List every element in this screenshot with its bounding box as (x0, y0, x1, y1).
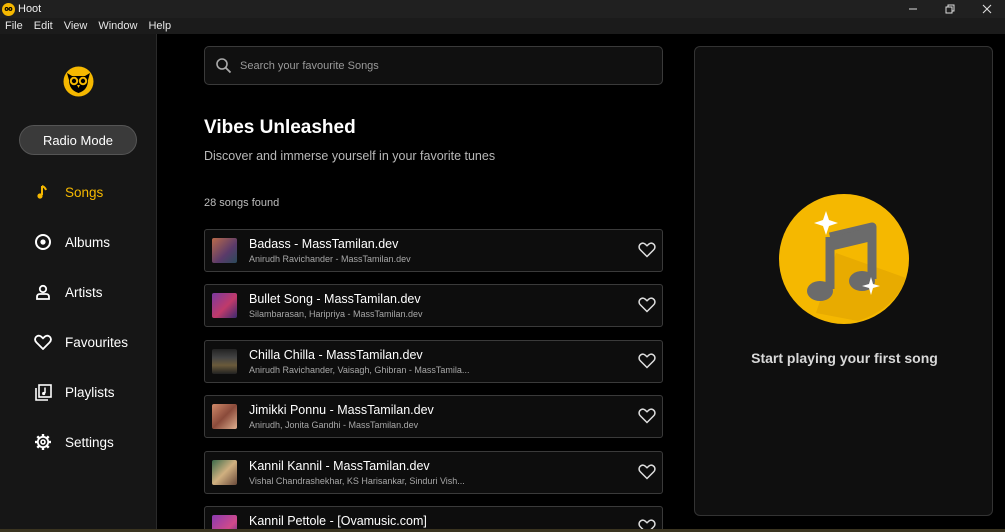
minimize-button[interactable] (894, 0, 931, 18)
app-logo-icon (2, 2, 15, 16)
favourite-heart-icon[interactable] (638, 352, 656, 370)
favourite-heart-icon[interactable] (638, 296, 656, 314)
song-title: Kannil Pettole - [Ovamusic.com] (249, 514, 427, 528)
page-title: Vibes Unleashed (204, 117, 356, 138)
song-row[interactable]: Jimikki Ponnu - MassTamilan.dev Anirudh,… (204, 395, 663, 438)
song-row[interactable]: Badass - MassTamilan.dev Anirudh Ravicha… (204, 229, 663, 272)
owl-logo-icon (63, 66, 94, 97)
sidebar-item-label: Favourites (65, 334, 129, 350)
sidebar: Radio Mode Songs Albums Artists Favourit… (0, 34, 157, 532)
sidebar-item-playlists[interactable]: Playlists (33, 381, 115, 403)
song-row[interactable]: Chilla Chilla - MassTamilan.dev Anirudh … (204, 340, 663, 383)
favourite-heart-icon[interactable] (638, 241, 656, 259)
disc-icon (33, 232, 53, 252)
sidebar-item-label: Settings (65, 434, 114, 450)
song-row[interactable]: Kannil Kannil - MassTamilan.dev Vishal C… (204, 451, 663, 494)
gear-icon (33, 432, 53, 452)
sidebar-item-label: Playlists (65, 384, 115, 400)
player-empty-message: Start playing your first song (751, 350, 938, 366)
close-icon (982, 4, 991, 14)
search-bar (204, 46, 663, 85)
menu-file[interactable]: File (5, 20, 23, 32)
close-button[interactable] (968, 0, 1005, 18)
song-artist: Anirudh Ravichander, Vaisagh, Ghibran - … (249, 365, 470, 375)
song-title: Jimikki Ponnu - MassTamilan.dev (249, 403, 434, 417)
radio-mode-button[interactable]: Radio Mode (19, 125, 137, 155)
sidebar-item-label: Albums (65, 234, 111, 250)
menu-bar: File Edit View Window Help (0, 18, 1005, 34)
menu-view[interactable]: View (64, 20, 88, 32)
minimize-icon (908, 8, 917, 10)
music-placeholder-icon (778, 193, 910, 325)
page-subtitle: Discover and immerse yourself in your fa… (204, 149, 496, 163)
song-artist: Anirudh Ravichander - MassTamilan.dev (249, 254, 411, 264)
album-art-thumbnail (212, 460, 237, 485)
song-artist: Anirudh, Jonita Gandhi - MassTamilan.dev (249, 420, 419, 430)
menu-help[interactable]: Help (148, 20, 171, 32)
title-bar: Hoot (0, 0, 1005, 18)
window-title: Hoot (18, 3, 42, 15)
search-icon (215, 57, 233, 75)
song-count: 28 songs found (204, 197, 280, 209)
heart-icon (33, 332, 53, 352)
song-list: Badass - MassTamilan.dev Anirudh Ravicha… (204, 229, 663, 532)
restore-button[interactable] (931, 0, 968, 18)
album-art-thumbnail (212, 404, 237, 429)
album-art-thumbnail (212, 293, 237, 318)
favourite-heart-icon[interactable] (638, 407, 656, 425)
song-artist: Silambarasan, Haripriya - MassTamilan.de… (249, 309, 423, 319)
now-playing-panel: Start playing your first song (694, 46, 993, 516)
playlist-icon (33, 382, 53, 402)
restore-icon (945, 4, 954, 14)
song-title: Bullet Song - MassTamilan.dev (249, 292, 421, 306)
song-title: Chilla Chilla - MassTamilan.dev (249, 348, 423, 362)
song-title: Badass - MassTamilan.dev (249, 237, 399, 251)
menu-window[interactable]: Window (98, 20, 137, 32)
song-artist: Vishal Chandrashekhar, KS Harisankar, Si… (249, 476, 465, 486)
sidebar-item-artists[interactable]: Artists (33, 281, 103, 303)
music-note-icon (33, 182, 53, 202)
search-input[interactable] (240, 59, 640, 72)
song-title: Kannil Kannil - MassTamilan.dev (249, 459, 430, 473)
sidebar-item-settings[interactable]: Settings (33, 431, 114, 453)
song-row[interactable]: Bullet Song - MassTamilan.dev Silambaras… (204, 284, 663, 327)
sidebar-item-songs[interactable]: Songs (33, 181, 103, 203)
album-art-thumbnail (212, 238, 237, 263)
sidebar-item-favourites[interactable]: Favourites (33, 331, 128, 353)
sidebar-item-label: Artists (65, 284, 103, 300)
album-art-thumbnail (212, 349, 237, 374)
person-icon (33, 282, 53, 302)
menu-edit[interactable]: Edit (34, 20, 53, 32)
favourite-heart-icon[interactable] (638, 463, 656, 481)
sidebar-item-albums[interactable]: Albums (33, 231, 110, 253)
sidebar-item-label: Songs (65, 184, 104, 200)
